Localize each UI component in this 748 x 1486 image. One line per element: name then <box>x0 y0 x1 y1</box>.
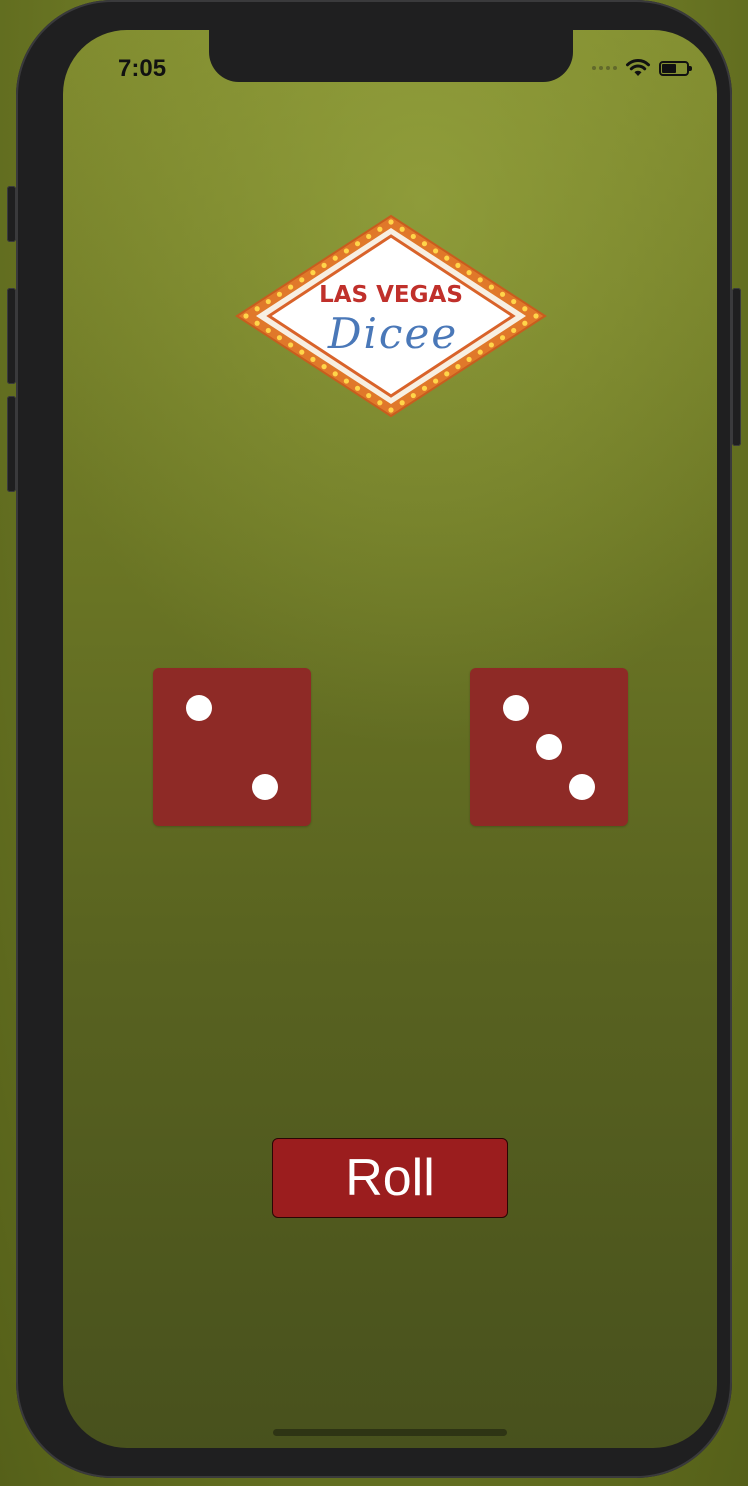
marquee-bulb <box>488 342 494 348</box>
die-pip <box>252 773 279 800</box>
power-button <box>732 288 741 446</box>
roll-button[interactable]: Roll <box>272 1138 508 1218</box>
marquee-bulb <box>377 226 383 232</box>
marquee-bulb <box>276 335 283 341</box>
marquee-bulb <box>377 400 383 406</box>
phone-frame: 7:05 LAS VEGAS Dicee Roll <box>7 0 741 1478</box>
marquee-bulb <box>466 270 472 276</box>
marquee-bulb <box>332 371 338 377</box>
die-left <box>153 668 311 826</box>
marquee-bulb <box>265 327 271 334</box>
marquee-bulb <box>343 248 349 254</box>
silent-switch <box>7 186 16 242</box>
notch <box>209 30 573 82</box>
die-pip <box>536 734 562 760</box>
marquee-bulb <box>310 356 316 362</box>
marquee-bulb <box>444 371 450 377</box>
die-right <box>470 668 628 826</box>
home-indicator[interactable] <box>273 1429 507 1436</box>
marquee-bulb <box>522 306 528 312</box>
marquee-bulb <box>466 356 472 362</box>
marquee-bulb <box>421 385 428 391</box>
app-screen: 7:05 LAS VEGAS Dicee Roll <box>63 30 717 1448</box>
marquee-bulb <box>366 233 372 240</box>
wifi-icon <box>626 59 650 76</box>
marquee-bulb <box>421 241 428 247</box>
marquee-bulb <box>433 378 439 384</box>
marquee-bulb <box>477 277 483 283</box>
marquee-bulb <box>265 298 271 305</box>
marquee-bulb <box>399 226 405 232</box>
marquee-bulb <box>243 313 249 319</box>
marquee-bulb <box>410 392 416 399</box>
marquee-bulb <box>388 219 394 225</box>
logo-line1: LAS VEGAS <box>319 282 463 308</box>
marquee-bulb <box>444 255 450 261</box>
marquee-bulb <box>410 233 416 240</box>
marquee-bulb <box>276 291 283 297</box>
marquee-bulb <box>332 255 338 261</box>
marquee-bulb <box>288 342 294 348</box>
status-icons <box>592 58 692 78</box>
marquee-bulb <box>499 335 506 341</box>
marquee-bulb <box>499 291 506 297</box>
marquee-bulb <box>343 378 349 384</box>
status-time: 7:05 <box>118 55 167 82</box>
marquee-bulb <box>455 364 461 370</box>
marquee-bulb <box>522 320 528 326</box>
marquee-bulb <box>511 298 517 305</box>
marquee-bulb <box>288 284 294 290</box>
marquee-bulb <box>455 262 461 268</box>
marquee-bulb <box>366 392 372 399</box>
volume-down-button <box>7 396 16 492</box>
marquee-bulb <box>299 277 305 283</box>
logo-line2: Dicee <box>327 309 458 358</box>
marquee-bulb <box>354 241 361 247</box>
marquee-bulb <box>310 270 316 276</box>
marquee-bulb <box>511 327 517 334</box>
marquee-bulb <box>388 407 394 413</box>
volume-up-button <box>7 288 16 384</box>
marquee-bulb <box>433 248 439 254</box>
marquee-bulb <box>254 306 260 312</box>
marquee-bulb <box>321 262 327 268</box>
marquee-bulb <box>399 400 405 406</box>
die-pip <box>502 694 529 721</box>
marquee-bulb <box>254 320 260 326</box>
signal-icon <box>592 66 617 70</box>
marquee-bulb <box>488 284 494 290</box>
die-pip <box>185 694 212 721</box>
marquee-bulb <box>321 364 327 370</box>
die-pip <box>569 773 596 800</box>
las-vegas-dicee-logo: LAS VEGAS Dicee <box>235 214 547 418</box>
marquee-bulb <box>533 313 539 319</box>
marquee-bulb <box>477 349 483 355</box>
marquee-bulb <box>354 385 361 391</box>
marquee-bulb <box>299 349 305 355</box>
battery-icon <box>659 60 692 76</box>
